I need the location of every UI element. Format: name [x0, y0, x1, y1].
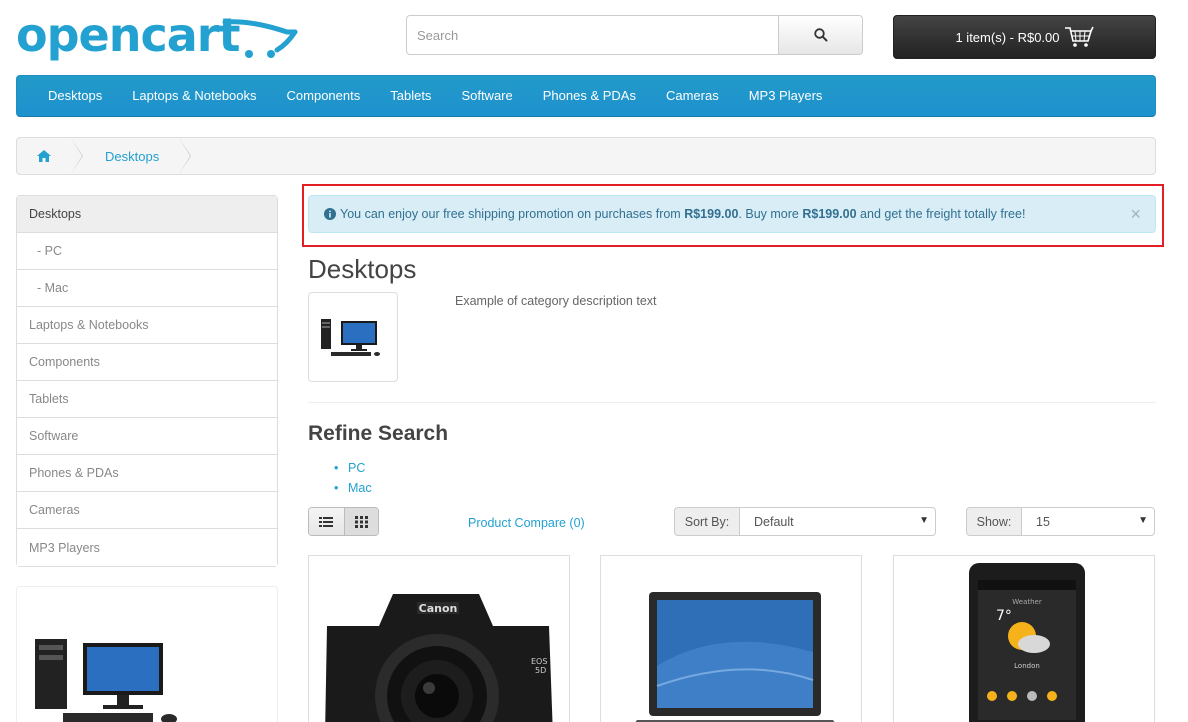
alert-close-button[interactable]: × [1130, 204, 1141, 224]
show-label: Show: [966, 507, 1022, 536]
breadcrumb-home[interactable] [17, 138, 83, 174]
cart-label: 1 item(s) - R$0.00 [955, 29, 1060, 45]
menu-item-phones-pdas[interactable]: Phones & PDAs [528, 76, 651, 116]
sidebar-item-tablets[interactable]: Tablets [17, 381, 277, 418]
show-limit-value: 15 [1036, 514, 1050, 529]
opencart-logo[interactable]: opencart [16, 8, 298, 68]
sidebar-item-software[interactable]: Software [17, 418, 277, 455]
product-card[interactable] [600, 555, 862, 722]
shopping-cart-icon [1064, 26, 1094, 47]
grid-icon [354, 515, 368, 528]
dropdown-caret-icon: ▼ [1138, 515, 1148, 526]
main-menu: Desktops Laptops & Notebooks Components … [16, 75, 1156, 117]
menu-item-software[interactable]: Software [446, 76, 527, 116]
svg-text:7°: 7° [996, 608, 1012, 624]
sidebar-item-mp3-players[interactable]: MP3 Players [17, 529, 277, 566]
sort-by-select[interactable]: Default ▼ [739, 507, 936, 536]
refine-search-title: Refine Search [308, 422, 449, 445]
refine-link-mac[interactable]: Mac [334, 478, 371, 498]
alert-text: You can enjoy our free shipping promotio… [340, 207, 1026, 221]
sidebar-item-pc[interactable]: - PC [17, 233, 277, 270]
list-view-button[interactable] [309, 508, 344, 535]
sidebar-item-desktops[interactable]: Desktops [17, 196, 277, 233]
menu-item-cameras[interactable]: Cameras [651, 76, 734, 116]
svg-text:Canon: Canon [419, 602, 458, 615]
grid-view-button[interactable] [343, 508, 378, 535]
category-sidebar: Desktops - PC - Mac Laptops & Notebooks … [16, 195, 278, 567]
svg-text:5D: 5D [535, 666, 546, 675]
breadcrumb-category[interactable]: Desktops [71, 138, 192, 174]
refine-link-pc[interactable]: PC [334, 458, 372, 478]
svg-text:EOS: EOS [531, 657, 547, 666]
page-title: Desktops [308, 254, 417, 284]
menu-item-tablets[interactable]: Tablets [375, 76, 446, 116]
product-card[interactable]: Canon EOS 5D [308, 555, 570, 722]
category-description: Example of category description text [455, 294, 657, 308]
smartphone-image: Weather 7° London [969, 563, 1085, 722]
list-icon [319, 516, 334, 527]
menu-item-laptops-notebooks[interactable]: Laptops & Notebooks [117, 76, 271, 116]
desktop-computer-image [35, 639, 177, 722]
sidebar-item-laptops-notebooks[interactable]: Laptops & Notebooks [17, 307, 277, 344]
menu-item-components[interactable]: Components [272, 76, 376, 116]
menu-item-mp3-players[interactable]: MP3 Players [734, 76, 838, 116]
svg-text:London: London [1014, 662, 1040, 670]
desktop-computer-image [321, 319, 380, 356]
logo-cart-icon [222, 19, 298, 58]
sort-by-label: Sort By: [674, 507, 740, 536]
canon-camera-image: Canon EOS 5D [325, 594, 553, 722]
free-shipping-alert: You can enjoy our free shipping promotio… [308, 195, 1156, 233]
product-card[interactable]: Weather 7° London [893, 555, 1155, 722]
view-toggle-group [308, 507, 379, 536]
search-input[interactable] [406, 15, 779, 55]
divider [308, 402, 1156, 403]
sort-by-value: Default [754, 514, 794, 529]
laptop-image [635, 592, 835, 722]
sidebar-item-components[interactable]: Components [17, 344, 277, 381]
dropdown-caret-icon: ▼ [919, 515, 929, 526]
sidebar-item-cameras[interactable]: Cameras [17, 492, 277, 529]
search-button[interactable] [778, 15, 863, 55]
logo-text: opencart [16, 8, 240, 62]
info-circle-icon [324, 208, 336, 220]
cart-button[interactable]: 1 item(s) - R$0.00 [893, 15, 1156, 59]
category-thumbnail [308, 292, 398, 382]
menu-item-desktops[interactable]: Desktops [33, 76, 117, 116]
show-limit-select[interactable]: 15 ▼ [1021, 507, 1155, 536]
search-icon [813, 28, 827, 42]
sidebar-item-phones-pdas[interactable]: Phones & PDAs [17, 455, 277, 492]
search-bar [406, 15, 863, 55]
product-compare-link[interactable]: Product Compare (0) [468, 516, 585, 530]
sidebar-banner[interactable] [16, 586, 278, 722]
breadcrumb: Desktops [16, 137, 1156, 175]
svg-text:Weather: Weather [1012, 598, 1042, 606]
refine-search-list: PC Mac [334, 458, 372, 498]
home-icon [37, 150, 51, 162]
sidebar-item-mac[interactable]: - Mac [17, 270, 277, 307]
